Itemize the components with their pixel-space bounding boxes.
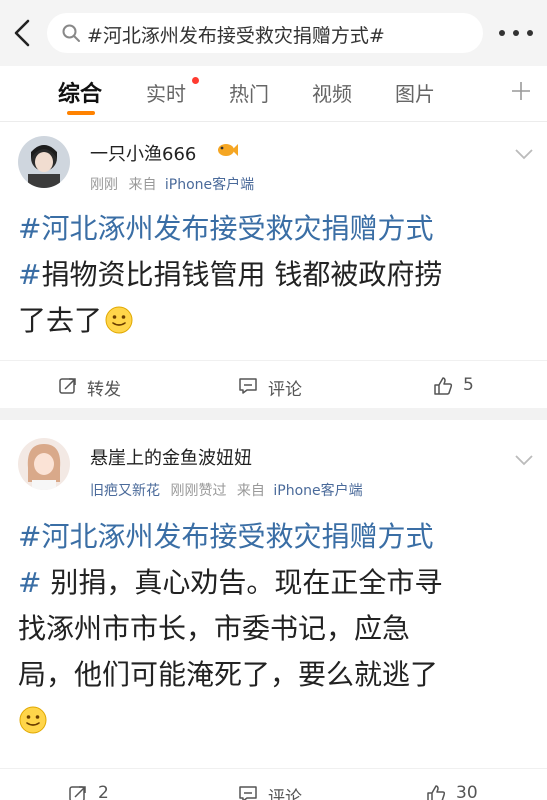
- comment-icon: [239, 378, 257, 394]
- tab-hot[interactable]: 热门: [229, 78, 269, 107]
- post-text: 别捐，真心劝告。现在正全市寻: [41, 566, 443, 599]
- post-card: 一只小渔666 刚刚 来自 iPhone客户端 #河北涿州发布接受救灾捐赠方式 …: [0, 122, 547, 408]
- back-arrow-icon[interactable]: [10, 18, 36, 48]
- hashtag-link[interactable]: #: [18, 258, 41, 291]
- post-text: 局，他们可能淹死了，要么就逃了: [18, 658, 439, 691]
- post-content: #河北涿州发布接受救灾捐赠方式 #捐物资比捐钱管用 钱都被政府捞 了去了: [18, 206, 530, 344]
- avatar[interactable]: [18, 438, 70, 490]
- post-source[interactable]: iPhone客户端: [165, 177, 254, 193]
- add-tab-icon[interactable]: [510, 80, 532, 102]
- hashtag-link[interactable]: #: [18, 566, 41, 599]
- tab-comprehensive[interactable]: 综合: [58, 76, 102, 108]
- post-divider: [0, 408, 547, 420]
- tab-realtime[interactable]: 实时: [146, 78, 186, 107]
- post-time: 刚刚赞过: [170, 483, 227, 499]
- comment-label: 评论: [268, 380, 302, 400]
- tab-images[interactable]: 图片: [395, 78, 435, 107]
- post-meta: 旧疤又新花 刚刚赞过 来自 iPhone客户端: [90, 480, 363, 500]
- avatar[interactable]: [18, 136, 70, 188]
- hashtag-link[interactable]: #河北涿州发布接受救灾捐赠方式: [18, 212, 433, 245]
- post-actions: 转发 评论 5: [0, 360, 547, 410]
- post-card: 悬崖上的金鱼波妞妞 旧疤又新花 刚刚赞过 来自 iPhone客户端 #河北涿州发…: [0, 420, 547, 800]
- top-bar: #河北涿州发布接受救灾捐赠方式#: [0, 0, 547, 66]
- search-icon: [62, 24, 80, 42]
- chevron-down-icon[interactable]: [514, 148, 534, 160]
- search-bar[interactable]: #河北涿州发布接受救灾捐赠方式#: [47, 13, 483, 53]
- post-text: 了去了: [18, 304, 103, 337]
- like-count: 30: [456, 783, 478, 800]
- chevron-down-icon[interactable]: [514, 454, 534, 466]
- tab-bar: 综合 实时 热门 视频 图片: [0, 66, 547, 122]
- smile-emoji-icon: [19, 706, 47, 734]
- post-text: 找涿州市市长，市委书记，应急: [18, 612, 411, 645]
- thumbs-up-icon: [427, 785, 446, 800]
- search-query[interactable]: #河北涿州发布接受救灾捐赠方式#: [87, 21, 385, 48]
- active-tab-indicator: [67, 111, 95, 115]
- more-options-icon[interactable]: [499, 30, 535, 38]
- username[interactable]: 一只小渔666: [90, 140, 196, 166]
- repost-label: 转发: [87, 380, 121, 400]
- post-text: 捐物资比捐钱管用 钱都被政府捞: [41, 258, 443, 291]
- repost-icon: [69, 786, 86, 800]
- repost-count: 2: [98, 783, 109, 800]
- thumbs-up-icon: [434, 377, 453, 395]
- repost-icon: [59, 378, 76, 394]
- post-content: #河北涿州发布接受救灾捐赠方式 # 别捐，真心劝告。现在正全市寻 找涿州市市长，…: [18, 514, 530, 744]
- username[interactable]: 悬崖上的金鱼波妞妞: [90, 444, 252, 470]
- smile-emoji-icon: [105, 306, 133, 334]
- post-meta: 刚刚 来自 iPhone客户端: [90, 174, 254, 194]
- fish-badge-icon: [218, 144, 238, 156]
- comment-label: 评论: [268, 788, 302, 800]
- source-prefix: 来自: [128, 177, 157, 193]
- post-actions: 2 评论 30: [0, 768, 547, 800]
- post-time: 刚刚: [90, 177, 118, 193]
- new-badge-dot: [192, 77, 199, 84]
- comment-icon: [239, 786, 257, 800]
- liked-by-user[interactable]: 旧疤又新花: [90, 483, 160, 499]
- like-count: 5: [463, 375, 474, 395]
- post-source[interactable]: iPhone客户端: [273, 483, 362, 499]
- source-prefix: 来自: [236, 483, 265, 499]
- hashtag-link[interactable]: #河北涿州发布接受救灾捐赠方式: [18, 520, 433, 553]
- tab-video[interactable]: 视频: [312, 78, 352, 107]
